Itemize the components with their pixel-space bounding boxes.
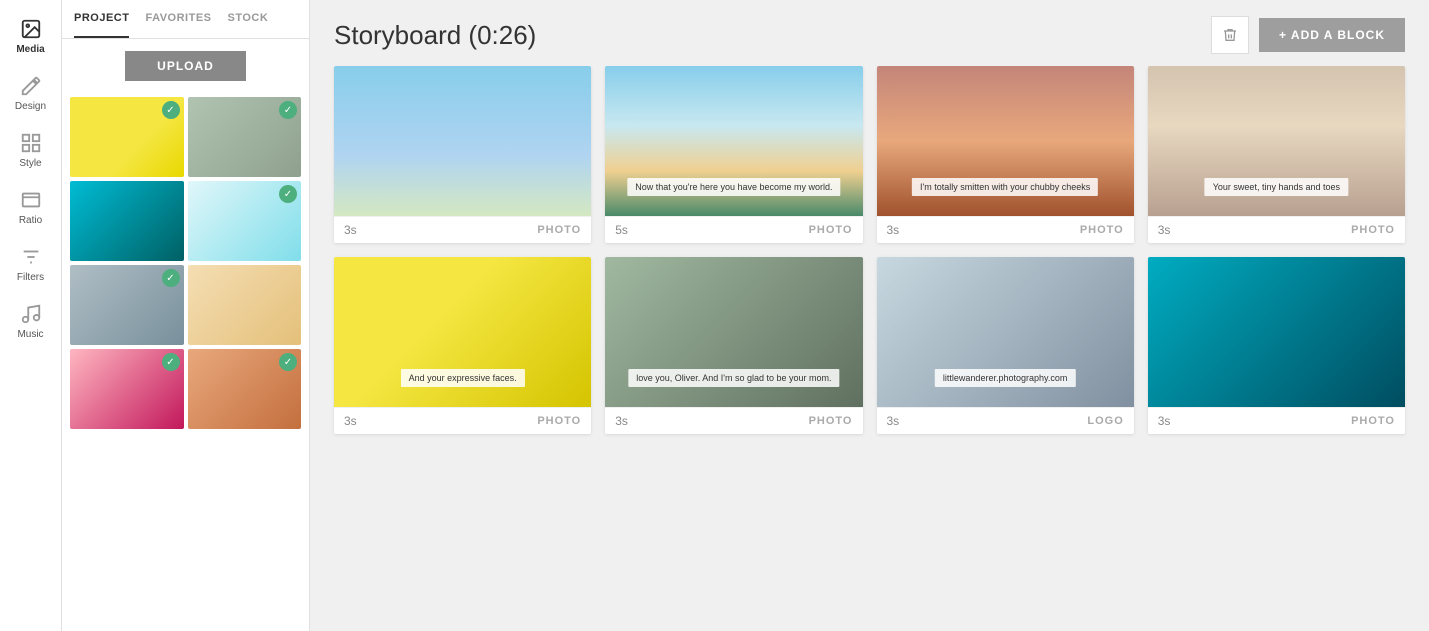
storyboard-row-2: And your expressive faces. 3s PHOTO love… bbox=[334, 257, 1405, 434]
block-time-8: 3s bbox=[1158, 414, 1171, 428]
icon-sidebar: Media Design Style Ratio Filters bbox=[0, 0, 62, 631]
block-type-3: PHOTO bbox=[1080, 224, 1124, 236]
trash-icon bbox=[1222, 27, 1238, 43]
block-caption-3: I'm totally smitten with your chubby che… bbox=[912, 178, 1098, 196]
add-block-button[interactable]: + ADD A BLOCK bbox=[1259, 18, 1405, 52]
block-type-8: PHOTO bbox=[1351, 415, 1395, 427]
block-image-1 bbox=[334, 66, 591, 216]
block-footer-5: 3s PHOTO bbox=[334, 407, 591, 434]
block-caption-6: love you, Oliver. And I'm so glad to be … bbox=[628, 369, 839, 387]
check-badge-1: ✓ bbox=[162, 101, 180, 119]
header-actions: + ADD A BLOCK bbox=[1211, 16, 1405, 54]
media-grid: ✓ ✓ ✓ ✓ ✓ ✓ bbox=[62, 93, 309, 433]
block-image-8 bbox=[1148, 257, 1405, 407]
block-footer-6: 3s PHOTO bbox=[605, 407, 862, 434]
media-thumb-7[interactable]: ✓ bbox=[70, 349, 184, 429]
block-caption-5: And your expressive faces. bbox=[401, 369, 525, 387]
ratio-icon bbox=[20, 189, 42, 211]
block-footer-1: 3s PHOTO bbox=[334, 216, 591, 243]
block-card-2[interactable]: Now that you're here you have become my … bbox=[605, 66, 862, 243]
block-card-8[interactable]: 3s PHOTO bbox=[1148, 257, 1405, 434]
media-panel: PROJECT FAVORITES STOCK UPLOAD ✓ ✓ ✓ ✓ ✓… bbox=[62, 0, 310, 631]
block-image-6: love you, Oliver. And I'm so glad to be … bbox=[605, 257, 862, 407]
block-footer-7: 3s LOGO bbox=[877, 407, 1134, 434]
main-content: Storyboard (0:26) + ADD A BLOCK 3s bbox=[310, 0, 1429, 631]
brush-icon bbox=[20, 75, 42, 97]
sidebar-item-filters-label: Filters bbox=[17, 272, 44, 283]
block-image-2: Now that you're here you have become my … bbox=[605, 66, 862, 216]
block-caption-2: Now that you're here you have become my … bbox=[627, 178, 840, 196]
tab-favorites[interactable]: FAVORITES bbox=[145, 0, 211, 38]
block-image-5: And your expressive faces. bbox=[334, 257, 591, 407]
sidebar-item-ratio-label: Ratio bbox=[19, 215, 42, 226]
music-icon bbox=[20, 303, 42, 325]
block-type-4: PHOTO bbox=[1351, 224, 1395, 236]
block-type-5: PHOTO bbox=[537, 415, 581, 427]
block-card-3[interactable]: I'm totally smitten with your chubby che… bbox=[877, 66, 1134, 243]
sidebar-item-music-label: Music bbox=[17, 329, 43, 340]
block-card-7[interactable]: littlewanderer.photography.com 3s LOGO bbox=[877, 257, 1134, 434]
block-time-4: 3s bbox=[1158, 223, 1171, 237]
media-thumb-8[interactable]: ✓ bbox=[188, 349, 302, 429]
sidebar-item-media[interactable]: Media bbox=[0, 8, 61, 65]
block-image-3: I'm totally smitten with your chubby che… bbox=[877, 66, 1134, 216]
filters-icon bbox=[20, 246, 42, 268]
media-thumb-5[interactable]: ✓ bbox=[70, 265, 184, 345]
sidebar-item-ratio[interactable]: Ratio bbox=[0, 179, 61, 236]
storyboard-scroll: 3s PHOTO Now that you're here you have b… bbox=[310, 66, 1429, 631]
block-time-2: 5s bbox=[615, 223, 628, 237]
block-type-2: PHOTO bbox=[809, 224, 853, 236]
media-thumb-3[interactable] bbox=[70, 181, 184, 261]
check-badge-7: ✓ bbox=[162, 353, 180, 371]
media-tabs: PROJECT FAVORITES STOCK bbox=[62, 0, 309, 39]
media-thumb-1[interactable]: ✓ bbox=[70, 97, 184, 177]
block-card-6[interactable]: love you, Oliver. And I'm so glad to be … bbox=[605, 257, 862, 434]
storyboard-header: Storyboard (0:26) + ADD A BLOCK bbox=[310, 0, 1429, 66]
delete-button[interactable] bbox=[1211, 16, 1249, 54]
block-footer-4: 3s PHOTO bbox=[1148, 216, 1405, 243]
sidebar-item-design-label: Design bbox=[15, 101, 46, 112]
block-time-1: 3s bbox=[344, 223, 357, 237]
block-time-7: 3s bbox=[887, 414, 900, 428]
block-time-3: 3s bbox=[887, 223, 900, 237]
block-caption-4: Your sweet, tiny hands and toes bbox=[1205, 178, 1348, 196]
tab-stock[interactable]: STOCK bbox=[228, 0, 269, 38]
media-thumb-2[interactable]: ✓ bbox=[188, 97, 302, 177]
media-thumb-6[interactable] bbox=[188, 265, 302, 345]
block-footer-2: 5s PHOTO bbox=[605, 216, 862, 243]
block-time-5: 3s bbox=[344, 414, 357, 428]
sidebar-item-style[interactable]: Style bbox=[0, 122, 61, 179]
block-footer-8: 3s PHOTO bbox=[1148, 407, 1405, 434]
storyboard-row-1: 3s PHOTO Now that you're here you have b… bbox=[334, 66, 1405, 243]
block-card-5[interactable]: And your expressive faces. 3s PHOTO bbox=[334, 257, 591, 434]
sidebar-item-media-label: Media bbox=[16, 44, 44, 55]
block-image-7: littlewanderer.photography.com bbox=[877, 257, 1134, 407]
image-icon bbox=[20, 18, 42, 40]
sidebar-item-filters[interactable]: Filters bbox=[0, 236, 61, 293]
block-image-4: Your sweet, tiny hands and toes bbox=[1148, 66, 1405, 216]
tab-project[interactable]: PROJECT bbox=[74, 0, 129, 38]
media-thumb-4[interactable]: ✓ bbox=[188, 181, 302, 261]
check-badge-4: ✓ bbox=[279, 185, 297, 203]
sidebar-item-music[interactable]: Music bbox=[0, 293, 61, 350]
sidebar-item-design[interactable]: Design bbox=[0, 65, 61, 122]
block-card-4[interactable]: Your sweet, tiny hands and toes 3s PHOTO bbox=[1148, 66, 1405, 243]
check-badge-8: ✓ bbox=[279, 353, 297, 371]
block-card-1[interactable]: 3s PHOTO bbox=[334, 66, 591, 243]
block-type-1: PHOTO bbox=[537, 224, 581, 236]
grid-icon bbox=[20, 132, 42, 154]
check-badge-5: ✓ bbox=[162, 269, 180, 287]
upload-button[interactable]: UPLOAD bbox=[125, 51, 246, 81]
block-time-6: 3s bbox=[615, 414, 628, 428]
check-badge-2: ✓ bbox=[279, 101, 297, 119]
sidebar-item-style-label: Style bbox=[19, 158, 41, 169]
block-type-7: LOGO bbox=[1087, 415, 1123, 427]
block-footer-3: 3s PHOTO bbox=[877, 216, 1134, 243]
storyboard-title: Storyboard (0:26) bbox=[334, 20, 536, 51]
add-block-label: + ADD A BLOCK bbox=[1279, 28, 1385, 42]
block-type-6: PHOTO bbox=[809, 415, 853, 427]
block-caption-7: littlewanderer.photography.com bbox=[935, 369, 1075, 387]
